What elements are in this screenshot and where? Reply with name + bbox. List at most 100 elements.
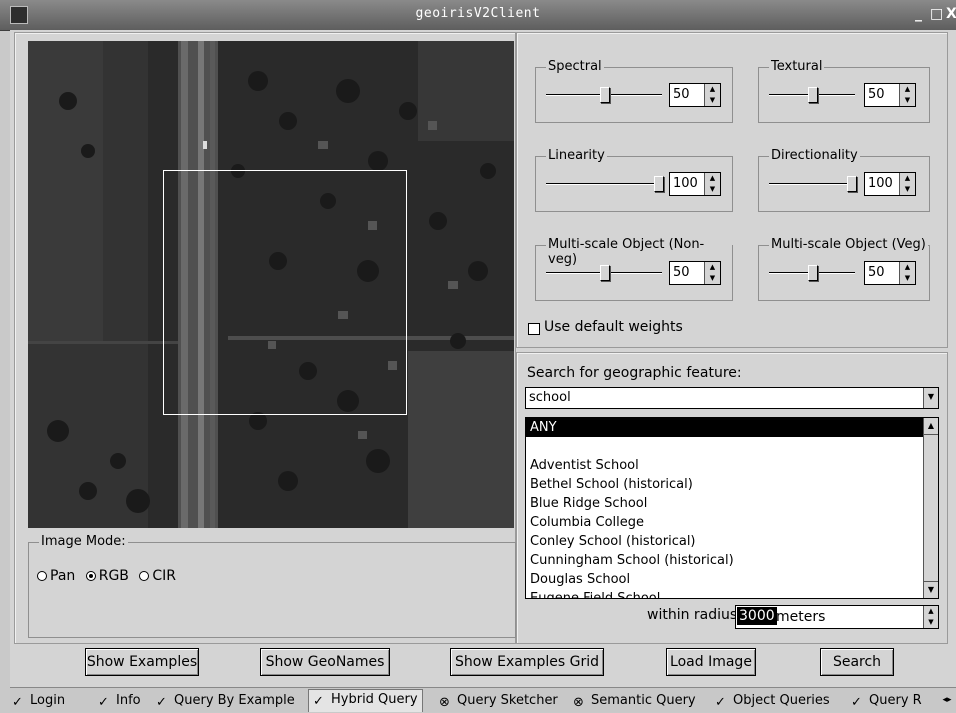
linearity-label: Linearity bbox=[546, 148, 607, 163]
radio-rgb-label: RGB bbox=[98, 568, 129, 584]
main-content: Image Mode: Pan RGB CIR Spectral 50 ▲ ▼ T… bbox=[10, 30, 956, 712]
show-examples-grid-button[interactable]: Show Examples Grid bbox=[450, 648, 604, 676]
msobj-veg-slider[interactable] bbox=[769, 265, 855, 281]
textural-spinner[interactable]: 50 ▲ ▼ bbox=[864, 83, 916, 107]
spinner-down-icon[interactable]: ▼ bbox=[705, 184, 720, 195]
linearity-spinner[interactable]: 100 ▲ ▼ bbox=[669, 172, 721, 196]
tab-query-by-example[interactable]: ✓ Query By Example bbox=[156, 691, 295, 711]
directionality-group: Directionality 100 ▲ ▼ bbox=[758, 148, 930, 212]
spectral-value[interactable]: 50 bbox=[673, 87, 690, 102]
msobj-nonveg-slider-thumb[interactable] bbox=[600, 265, 610, 281]
tab-object-queries[interactable]: ✓ Object Queries bbox=[715, 691, 830, 711]
search-button[interactable]: Search bbox=[820, 648, 894, 676]
list-item[interactable]: Conley School (historical) bbox=[526, 532, 923, 551]
radio-rgb[interactable]: RGB bbox=[85, 568, 129, 584]
radio-cir[interactable]: CIR bbox=[139, 568, 176, 584]
geo-search-input[interactable]: school ▼ bbox=[525, 387, 939, 409]
image-mode-label: Image Mode: bbox=[39, 534, 128, 549]
msobj-veg-spinner[interactable]: 50 ▲ ▼ bbox=[864, 261, 916, 285]
satellite-image[interactable] bbox=[28, 41, 514, 528]
list-item[interactable] bbox=[526, 437, 923, 456]
spinner-down-icon[interactable]: ▼ bbox=[900, 273, 915, 284]
spinner-up-icon[interactable]: ▲ bbox=[705, 84, 720, 95]
geo-search-label: Search for geographic feature: bbox=[527, 365, 742, 381]
spinner-up-icon[interactable]: ▲ bbox=[924, 606, 938, 617]
geo-list-scrollbar[interactable]: ▲ ▼ bbox=[923, 418, 938, 598]
directionality-spinner[interactable]: 100 ▲ ▼ bbox=[864, 172, 916, 196]
spinner-up-icon[interactable]: ▲ bbox=[900, 173, 915, 184]
list-item[interactable]: Columbia College bbox=[526, 513, 923, 532]
radius-spinner[interactable]: 3000 meters ▲ ▼ bbox=[735, 605, 939, 629]
spinner-up-icon[interactable]: ▲ bbox=[705, 262, 720, 273]
msobj-nonveg-spinner[interactable]: 50 ▲ ▼ bbox=[669, 261, 721, 285]
tab-query-by-example-label: Query By Example bbox=[174, 693, 295, 708]
tab-query-sketcher[interactable]: ⊗ Query Sketcher bbox=[439, 691, 558, 711]
geo-feature-list[interactable]: ANY Adventist School Bethel School (histor… bbox=[525, 417, 939, 599]
minimize-icon[interactable]: _ bbox=[915, 6, 922, 22]
radius-value[interactable]: 3000 bbox=[737, 607, 777, 625]
window-title: geoirisV2Client bbox=[415, 6, 541, 21]
list-item[interactable]: Douglas School bbox=[526, 570, 923, 589]
msobj-veg-slider-thumb[interactable] bbox=[808, 265, 818, 281]
list-item[interactable]: Cunningham School (historical) bbox=[526, 551, 923, 570]
list-item[interactable]: ANY bbox=[526, 418, 923, 437]
spectral-group: Spectral 50 ▲ ▼ bbox=[535, 59, 733, 123]
spectral-label: Spectral bbox=[546, 59, 604, 74]
tab-login[interactable]: ✓ Login bbox=[12, 691, 65, 711]
list-item[interactable]: Adventist School bbox=[526, 456, 923, 475]
maximize-icon[interactable]: □ bbox=[930, 6, 943, 22]
spinner-up-icon[interactable]: ▲ bbox=[705, 173, 720, 184]
spectral-spinner[interactable]: 50 ▲ ▼ bbox=[669, 83, 721, 107]
msobj-nonveg-slider[interactable] bbox=[546, 265, 662, 281]
spinner-up-icon[interactable]: ▲ bbox=[900, 262, 915, 273]
spectral-slider[interactable] bbox=[546, 87, 662, 103]
close-icon[interactable]: X bbox=[946, 6, 956, 22]
msobj-veg-value[interactable]: 50 bbox=[868, 265, 885, 280]
load-image-button[interactable]: Load Image bbox=[666, 648, 756, 676]
textural-slider-thumb[interactable] bbox=[808, 87, 818, 103]
linearity-group: Linearity 100 ▲ ▼ bbox=[535, 148, 733, 212]
list-item[interactable]: Blue Ridge School bbox=[526, 494, 923, 513]
spinner-down-icon[interactable]: ▼ bbox=[900, 95, 915, 106]
show-examples-button[interactable]: Show Examples bbox=[85, 648, 199, 676]
check-icon: ✓ bbox=[313, 694, 324, 709]
tab-scroll-icon[interactable]: ◂▸ bbox=[938, 690, 956, 710]
textural-slider[interactable] bbox=[769, 87, 855, 103]
spinner-down-icon[interactable]: ▼ bbox=[924, 617, 938, 628]
tab-bar: ✓ Login ✓ Info ✓ Query By Example ✓ Hybrid Q… bbox=[10, 687, 956, 712]
tab-query-r-label: Query R bbox=[869, 693, 922, 708]
spinner-up-icon[interactable]: ▲ bbox=[900, 84, 915, 95]
spinner-down-icon[interactable]: ▼ bbox=[705, 95, 720, 106]
radio-pan-circle[interactable] bbox=[37, 571, 47, 581]
radio-cir-circle[interactable] bbox=[139, 571, 150, 581]
radio-pan[interactable]: Pan bbox=[37, 568, 75, 584]
tab-hybrid-query[interactable]: ✓ Hybrid Query bbox=[308, 689, 423, 712]
tab-object-queries-label: Object Queries bbox=[733, 693, 830, 708]
msobj-veg-label: Multi-scale Object (Veg) bbox=[769, 237, 928, 252]
linearity-slider-thumb[interactable] bbox=[654, 176, 664, 192]
tab-semantic-query[interactable]: ⊗ Semantic Query bbox=[573, 691, 696, 711]
check-icon: ✓ bbox=[715, 695, 726, 710]
radio-rgb-circle[interactable] bbox=[85, 571, 96, 581]
tab-query-r[interactable]: ✓ Query R bbox=[851, 691, 922, 711]
linearity-slider[interactable] bbox=[546, 176, 664, 192]
geo-search-input-value[interactable]: school bbox=[529, 390, 571, 405]
scroll-down-icon[interactable]: ▼ bbox=[924, 581, 938, 598]
directionality-slider-thumb[interactable] bbox=[847, 176, 857, 192]
list-item[interactable]: Eugene Field School bbox=[526, 589, 923, 598]
spinner-down-icon[interactable]: ▼ bbox=[900, 184, 915, 195]
spinner-down-icon[interactable]: ▼ bbox=[705, 273, 720, 284]
linearity-value[interactable]: 100 bbox=[673, 176, 698, 191]
dropdown-arrow-icon[interactable]: ▼ bbox=[923, 388, 938, 408]
scroll-up-icon[interactable]: ▲ bbox=[924, 418, 938, 435]
textural-value[interactable]: 50 bbox=[868, 87, 885, 102]
show-geonames-button[interactable]: Show GeoNames bbox=[260, 648, 390, 676]
use-default-weights-checkbox[interactable] bbox=[528, 323, 540, 335]
tab-info[interactable]: ✓ Info bbox=[98, 691, 141, 711]
directionality-slider[interactable] bbox=[769, 176, 857, 192]
spectral-slider-thumb[interactable] bbox=[600, 87, 610, 103]
list-item[interactable]: Bethel School (historical) bbox=[526, 475, 923, 494]
directionality-value[interactable]: 100 bbox=[868, 176, 893, 191]
msobj-nonveg-value[interactable]: 50 bbox=[673, 265, 690, 280]
selection-rectangle[interactable] bbox=[163, 170, 407, 415]
